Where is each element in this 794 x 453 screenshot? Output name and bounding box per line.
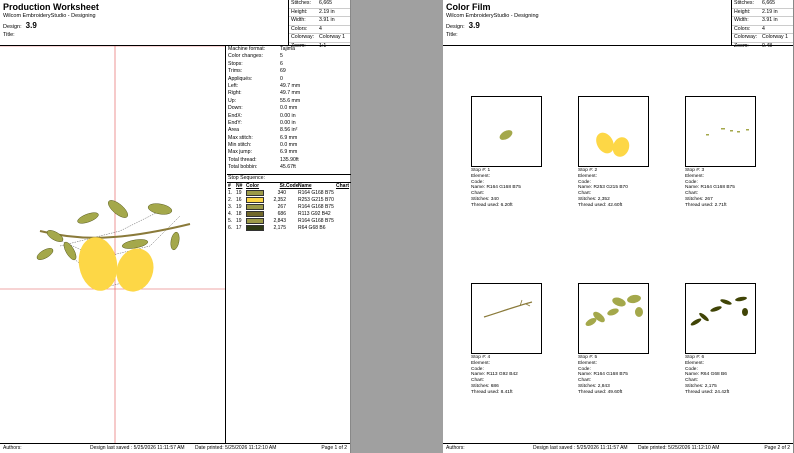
stop-sequence-title: Stop Sequence: [227,173,351,183]
design-value: 3.9 [25,21,37,30]
color-swatch [246,203,264,211]
color-swatch [246,196,264,204]
stop-preview [578,96,649,167]
machine-info: Machine format: Tajima Color changes: 5 St… [227,46,351,232]
stop-sequence-header: # N# Color St. Code Name Chart [228,182,350,189]
design-label: Design: 3.9 [3,21,37,30]
page-title: Color Film [446,2,491,12]
design-value: 3.9 [468,21,480,30]
sequence-row: 6. 17 2,175 R64 G68 B6 [228,224,326,232]
color-film-stop-3[interactable]: Stop #: 3 Element: Code: Name: R164 G168 B7… [685,96,756,209]
stop-preview [685,283,756,354]
page-title: Production Worksheet [3,2,99,12]
stop-preview [471,96,542,167]
design-label: Design: 3.9 [446,21,480,30]
color-film-header: Color Film Wilcom EmbroideryStudio - Des… [443,0,793,49]
leaf-icon [499,130,513,140]
sequence-row: 5. 19 2,843 R164 G168 B75 [228,217,334,225]
branch-icon [483,299,533,318]
sequence-row: 4. 18 686 R113 G92 B42 [228,210,331,218]
color-film-stop-1[interactable]: Stop #: 1 Element: Code: Name: R164 G168 B7… [471,96,542,209]
studio-name: Wilcom EmbroideryStudio - Designing [3,13,96,19]
page-footer: Authors: Design last saved : 5/25/2026 1… [443,443,793,453]
lemon-icon [596,132,630,157]
color-film-stop-5[interactable]: Stop #: 5 Element: Code: Name: R164 G168 B7… [578,283,649,396]
title-label: Title: [3,32,15,38]
design-stats: Stitches: 6,665 Height: 2.19 in Width: 3.91… [731,0,793,49]
color-swatch [246,210,264,218]
stop-preview [578,283,649,354]
leaves-icon [585,294,643,326]
sequence-row: 2. 16 2,352 R253 G215 B70 [228,196,334,204]
title-label: Title: [446,32,458,38]
stop-preview [471,283,542,354]
production-worksheet-page: Production Worksheet Wilcom EmbroiderySt… [0,0,351,453]
embroidery-design-image [0,45,225,444]
design-stats: Stitches: 6,665 Height: 2.19 in Width: 3.91… [288,0,350,49]
page-footer: Authors: Design last saved : 5/25/2026 1… [0,443,350,453]
leaf-veins-icon [690,296,748,326]
color-film-stop-2[interactable]: Stop #: 2 Element: Code: Name: R253 G215 B7… [578,96,649,209]
design-preview[interactable] [0,45,226,444]
worksheet-header: Production Worksheet Wilcom EmbroiderySt… [0,0,350,49]
leaf-fragments-icon [706,128,749,136]
sequence-row: 1. 19 340 R164 G168 B75 [228,189,334,197]
color-film-page: Color Film Wilcom EmbroideryStudio - Des… [443,0,794,453]
color-film-stop-6[interactable]: Stop #: 6 Element: Code: Name: R64 G68 B6 Ch… [685,283,756,396]
stop-preview [685,96,756,167]
color-film-stop-4[interactable]: Stop #: 4 Element: Code: Name: R113 G92 B42… [471,283,542,396]
sequence-row: 3. 19 267 R164 G168 B75 [228,203,334,211]
color-swatch [246,189,264,197]
studio-name: Wilcom EmbroideryStudio - Designing [446,13,539,19]
color-swatch [246,224,264,232]
color-swatch [246,217,264,225]
